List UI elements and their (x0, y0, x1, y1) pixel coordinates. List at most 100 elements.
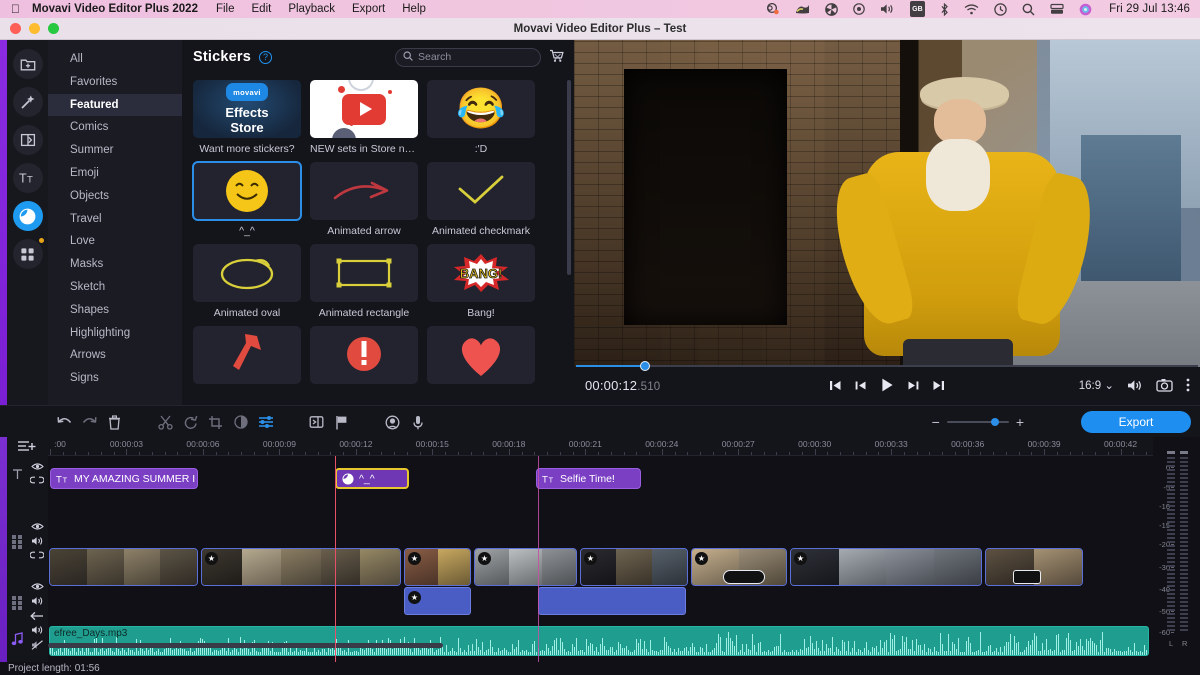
sticker-animated-checkmark[interactable]: Animated checkmark (427, 162, 535, 237)
arrow-left-icon[interactable] (27, 611, 47, 624)
transitions-tab[interactable] (12, 125, 43, 155)
overlay-clip[interactable]: ★ (404, 587, 471, 615)
sticker-smiley-selected[interactable]: ^_^ (192, 161, 302, 237)
sticker-animated-oval[interactable]: Animated oval (193, 244, 301, 319)
title-clip-summer[interactable]: TT MY AMAZING SUMMER I (50, 468, 198, 489)
seek-handle[interactable] (640, 361, 650, 371)
menu-playback[interactable]: Playback (288, 3, 335, 15)
link-icon[interactable] (27, 476, 47, 487)
eye-icon[interactable] (27, 462, 47, 474)
seek-bar[interactable] (574, 361, 1200, 371)
timemachine-icon[interactable] (994, 1, 1007, 17)
title-clip-sticker-selected[interactable]: ^_^ (335, 468, 409, 489)
transition-badge[interactable] (723, 570, 765, 584)
video-track-header[interactable] (7, 582, 48, 624)
search-box[interactable]: ✕ (395, 47, 562, 67)
properties-button[interactable] (253, 409, 278, 435)
import-tab[interactable] (12, 49, 43, 79)
sticker-red-heart[interactable] (427, 326, 535, 389)
category-shapes[interactable]: Shapes (48, 299, 182, 322)
sticker-red-exclaim[interactable] (310, 326, 418, 389)
video-clip[interactable]: ★ (790, 548, 982, 586)
wifi-icon[interactable] (964, 1, 979, 17)
volume-icon[interactable] (1127, 379, 1143, 392)
timeline-ruler[interactable]: :00 00:00:03 00:00:06 00:00:09 00:00:12 00:00… (48, 437, 1186, 456)
search-icon[interactable] (1022, 1, 1035, 17)
category-highlighting[interactable]: Highlighting (48, 322, 182, 345)
stickers-scrollbar[interactable] (567, 80, 571, 380)
category-emoji[interactable]: Emoji (48, 162, 182, 185)
overlay-clip[interactable] (538, 587, 686, 615)
jump-end-button[interactable] (932, 379, 946, 392)
category-signs[interactable]: Signs (48, 367, 182, 390)
category-love[interactable]: Love (48, 230, 182, 253)
display-icon[interactable] (1050, 1, 1064, 17)
overlay-track-header[interactable] (7, 522, 48, 562)
sticker-animated-rectangle[interactable]: Animated rectangle (310, 244, 418, 319)
filters-tab[interactable] (12, 87, 43, 117)
record-icon[interactable] (852, 1, 865, 17)
record-video-button[interactable] (380, 409, 405, 435)
menu-file[interactable]: File (216, 3, 235, 15)
transition-badge[interactable] (1013, 570, 1041, 584)
dropbox-icon[interactable] (766, 1, 780, 17)
zoom-slider-handle[interactable] (990, 418, 999, 426)
category-summer[interactable]: Summer (48, 139, 182, 162)
stickers-tab[interactable] (12, 201, 43, 231)
prev-frame-button[interactable] (854, 379, 867, 392)
speaker-muted-icon[interactable] (27, 640, 47, 653)
sticker-effects-store[interactable]: movavi Effects Store Want more stickers? (193, 80, 301, 155)
category-comics[interactable]: Comics (48, 116, 182, 139)
rotate-button[interactable] (178, 409, 203, 435)
marker-button[interactable] (329, 409, 354, 435)
playhead[interactable] (335, 456, 336, 662)
crop-button[interactable] (203, 409, 228, 435)
undo-button[interactable] (52, 409, 77, 435)
eye-icon[interactable] (27, 522, 47, 534)
zoom-slider[interactable] (946, 418, 1009, 426)
sticker-red-arrow[interactable] (193, 326, 301, 389)
more-tab[interactable] (12, 238, 44, 269)
category-objects[interactable]: Objects (48, 185, 182, 208)
link-icon[interactable] (27, 551, 47, 562)
color-adjust-button[interactable] (228, 409, 253, 435)
aspect-ratio-selector[interactable]: 16:9 ⌄ (1079, 378, 1114, 392)
sticker-laughing-emoji[interactable]: 😂 :'D (427, 80, 535, 155)
video-clip[interactable]: ★ (404, 548, 471, 586)
category-sketch[interactable]: Sketch (48, 276, 182, 299)
input-source-gb[interactable]: GB (909, 1, 926, 17)
zoom-window-button[interactable] (48, 23, 59, 34)
sticker-bang[interactable]: BANG! Bang! (427, 244, 535, 319)
zoom-in-button[interactable]: + (1016, 414, 1024, 430)
menubar-app-name[interactable]: Movavi Video Editor Plus 2022 (32, 3, 198, 15)
video-clip[interactable]: ★ (580, 548, 688, 586)
export-button[interactable]: Export (1081, 411, 1191, 433)
more-options-icon[interactable] (1186, 378, 1190, 392)
record-audio-button[interactable] (405, 409, 430, 435)
delete-button[interactable] (102, 409, 127, 435)
speaker-icon[interactable] (27, 596, 47, 609)
audio-track-header[interactable] (7, 625, 48, 653)
scrollbar-thumb[interactable] (567, 80, 571, 275)
speaker-icon[interactable] (27, 625, 47, 638)
volume-icon[interactable] (880, 1, 895, 17)
redo-button[interactable] (77, 409, 102, 435)
play-button[interactable] (879, 377, 895, 393)
menu-export[interactable]: Export (352, 3, 385, 15)
close-window-button[interactable] (10, 23, 21, 34)
category-featured[interactable]: Featured (48, 93, 182, 117)
category-all[interactable]: All (48, 48, 182, 71)
sticker-animated-arrow[interactable]: Animated arrow (310, 162, 418, 237)
sticker-new-sets[interactable]: NEW sets in Store now! (310, 80, 418, 155)
minimize-window-button[interactable] (29, 23, 40, 34)
title-clip-selfie[interactable]: TT Selfie Time! (536, 468, 641, 489)
menu-help[interactable]: Help (402, 3, 426, 15)
eye-icon[interactable] (27, 582, 47, 594)
help-icon[interactable]: ? (259, 50, 273, 64)
category-masks[interactable]: Masks (48, 253, 182, 276)
siri-icon[interactable] (1079, 1, 1092, 17)
titles-tab[interactable]: TT (12, 163, 43, 193)
category-favorites[interactable]: Favorites (48, 71, 182, 94)
search-input[interactable] (418, 51, 553, 63)
cart-icon[interactable] (549, 49, 564, 66)
